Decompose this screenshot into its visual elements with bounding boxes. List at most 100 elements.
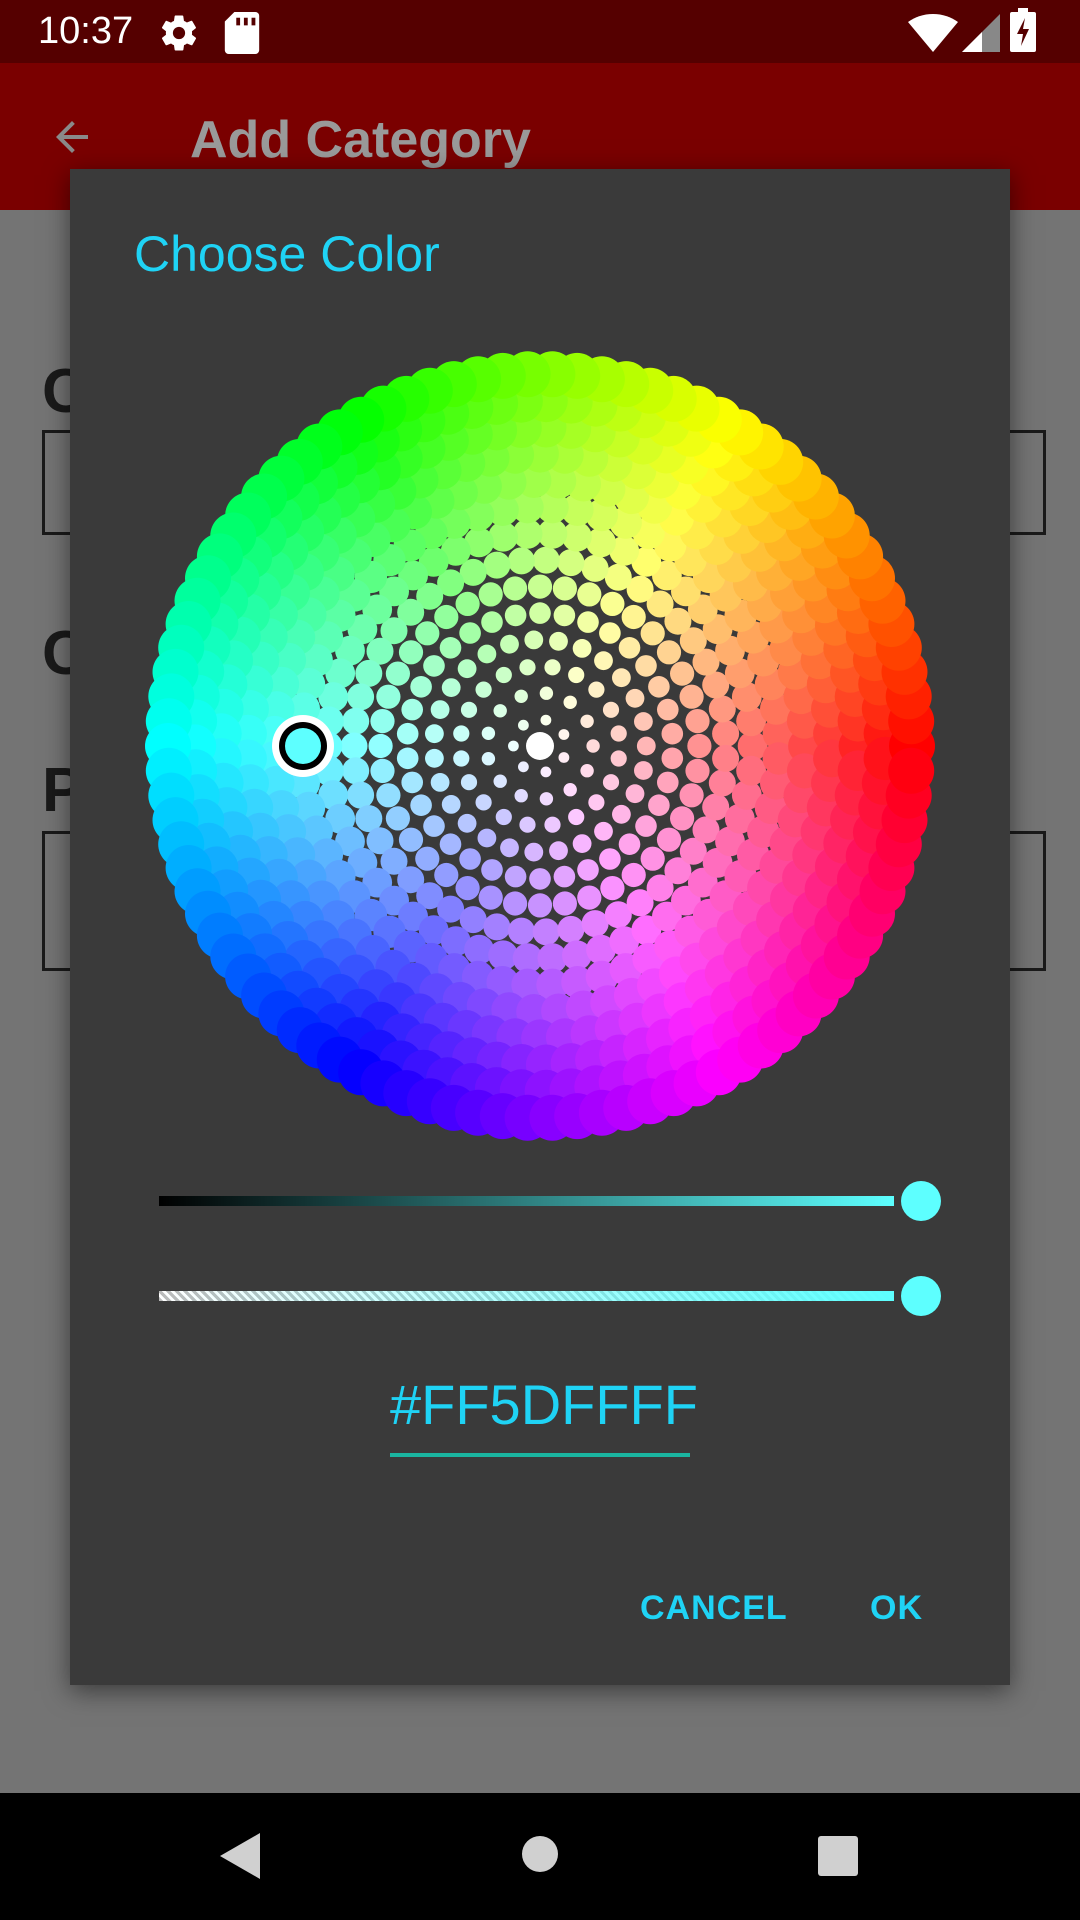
color-swatch-dot[interactable]: [368, 733, 393, 759]
color-swatch-dot[interactable]: [459, 622, 481, 644]
color-swatch-dot[interactable]: [455, 591, 480, 616]
color-swatch-dot[interactable]: [657, 771, 679, 794]
color-swatch-dot[interactable]: [657, 698, 679, 721]
color-swatch-dot[interactable]: [398, 827, 424, 852]
color-swatch-dot[interactable]: [455, 876, 480, 901]
color-swatch-dot[interactable]: [670, 806, 695, 831]
color-swatch-dot[interactable]: [519, 816, 536, 833]
color-swatch-dot[interactable]: [580, 764, 594, 778]
recents-square-icon[interactable]: [818, 1836, 858, 1881]
color-swatch-dot[interactable]: [640, 846, 665, 871]
color-swatch-dot[interactable]: [453, 750, 470, 767]
color-swatch-dot[interactable]: [708, 769, 736, 797]
color-swatch-dot[interactable]: [460, 774, 478, 791]
color-swatch-dot[interactable]: [475, 794, 492, 811]
arrow-left-icon[interactable]: [48, 113, 96, 166]
color-swatch-dot[interactable]: [594, 651, 613, 671]
color-swatch-dot[interactable]: [625, 688, 645, 708]
color-swatch-dot[interactable]: [557, 549, 585, 577]
lightness-slider-thumb[interactable]: [901, 1181, 941, 1221]
color-swatch-dot[interactable]: [477, 644, 497, 664]
color-swatch-dot[interactable]: [495, 808, 512, 826]
color-swatch-dot[interactable]: [634, 712, 653, 731]
color-swatch-dot[interactable]: [532, 546, 560, 574]
color-swatch-dot[interactable]: [475, 681, 492, 698]
color-swatch-dot[interactable]: [540, 766, 552, 778]
color-swatch-dot[interactable]: [410, 794, 432, 816]
color-swatch-dot[interactable]: [355, 659, 383, 687]
color-swatch-dot[interactable]: [610, 725, 627, 742]
color-swatch-dot[interactable]: [347, 781, 375, 809]
color-swatch-dot[interactable]: [415, 621, 440, 646]
color-swatch-dot[interactable]: [526, 732, 554, 760]
color-swatch-dot[interactable]: [612, 804, 631, 824]
color-swatch-dot[interactable]: [459, 848, 481, 870]
color-swatch-dot[interactable]: [656, 640, 682, 665]
color-swatch-dot[interactable]: [625, 784, 645, 804]
color-swatch-dot[interactable]: [586, 739, 600, 753]
color-swatch-dot[interactable]: [376, 783, 401, 808]
color-swatch-dot[interactable]: [661, 747, 684, 770]
color-swatch-dot[interactable]: [478, 885, 503, 910]
color-swatch-dot[interactable]: [577, 611, 599, 633]
color-swatch-dot[interactable]: [640, 621, 665, 646]
color-swatch-dot[interactable]: [604, 563, 632, 591]
color-swatch-dot[interactable]: [549, 631, 568, 651]
color-swatch-dot[interactable]: [441, 795, 461, 814]
color-swatch-dot[interactable]: [504, 865, 527, 888]
color-swatch-dot[interactable]: [558, 752, 570, 763]
color-swatch-dot[interactable]: [507, 917, 535, 945]
color-swatch-dot[interactable]: [347, 683, 375, 711]
color-swatch-dot[interactable]: [396, 722, 419, 745]
color-swatch-dot[interactable]: [519, 659, 536, 676]
color-swatch-dot[interactable]: [342, 757, 370, 785]
color-swatch-dot[interactable]: [594, 821, 613, 841]
color-swatch-dot[interactable]: [588, 681, 605, 698]
color-swatch-dot[interactable]: [588, 794, 605, 811]
color-swatch-dot[interactable]: [563, 783, 577, 797]
color-swatch-dot[interactable]: [712, 744, 740, 772]
color-swatch-dot[interactable]: [618, 637, 641, 659]
color-swatch-dot[interactable]: [580, 714, 594, 728]
color-swatch-dot[interactable]: [600, 876, 625, 901]
color-swatch-dot[interactable]: [430, 700, 450, 719]
back-triangle-icon[interactable]: [220, 1833, 260, 1884]
color-swatch-dot[interactable]: [568, 808, 585, 826]
color-swatch-dot[interactable]: [557, 915, 585, 943]
color-swatch-dot[interactable]: [483, 913, 511, 941]
color-swatch-dot[interactable]: [500, 634, 519, 654]
color-swatch-dot[interactable]: [453, 725, 470, 742]
color-swatch-dot[interactable]: [656, 827, 682, 852]
alpha-slider-thumb[interactable]: [901, 1276, 941, 1316]
color-swatch-dot[interactable]: [507, 547, 535, 575]
cancel-button[interactable]: CANCEL: [640, 1589, 788, 1628]
color-swatch-dot[interactable]: [544, 816, 561, 833]
color-swatch-dot[interactable]: [504, 604, 527, 627]
color-swatch-dot[interactable]: [385, 806, 410, 831]
color-swatch-dot[interactable]: [401, 771, 424, 794]
color-swatch-dot[interactable]: [385, 661, 410, 686]
color-swatch-dot[interactable]: [401, 698, 424, 721]
color-swatch-dot[interactable]: [340, 732, 368, 760]
color-wheel[interactable]: [70, 169, 1010, 1149]
color-swatch-dot[interactable]: [481, 752, 496, 766]
color-swatch-dot[interactable]: [648, 794, 670, 816]
color-swatch-dot[interactable]: [434, 862, 459, 888]
color-swatch-dot[interactable]: [572, 639, 592, 658]
color-swatch-dot[interactable]: [612, 668, 631, 688]
color-swatch-dot[interactable]: [370, 709, 395, 734]
color-swatch-dot[interactable]: [483, 551, 511, 579]
alpha-slider-track[interactable]: [159, 1291, 894, 1301]
color-swatch-dot[interactable]: [708, 695, 736, 723]
color-swatch-dot[interactable]: [636, 736, 656, 756]
color-swatch-dot[interactable]: [712, 720, 740, 748]
hex-color-input[interactable]: #FF5DFFFF: [390, 1372, 698, 1437]
color-swatch-dot[interactable]: [610, 750, 627, 767]
color-swatch-dot[interactable]: [532, 918, 560, 946]
color-swatch-dot[interactable]: [552, 576, 577, 601]
color-swatch-dot[interactable]: [410, 676, 432, 698]
color-swatch-dot[interactable]: [527, 893, 553, 918]
color-swatch-dot[interactable]: [635, 655, 657, 677]
color-swatch-dot[interactable]: [648, 676, 670, 698]
color-swatch-dot[interactable]: [661, 722, 684, 745]
